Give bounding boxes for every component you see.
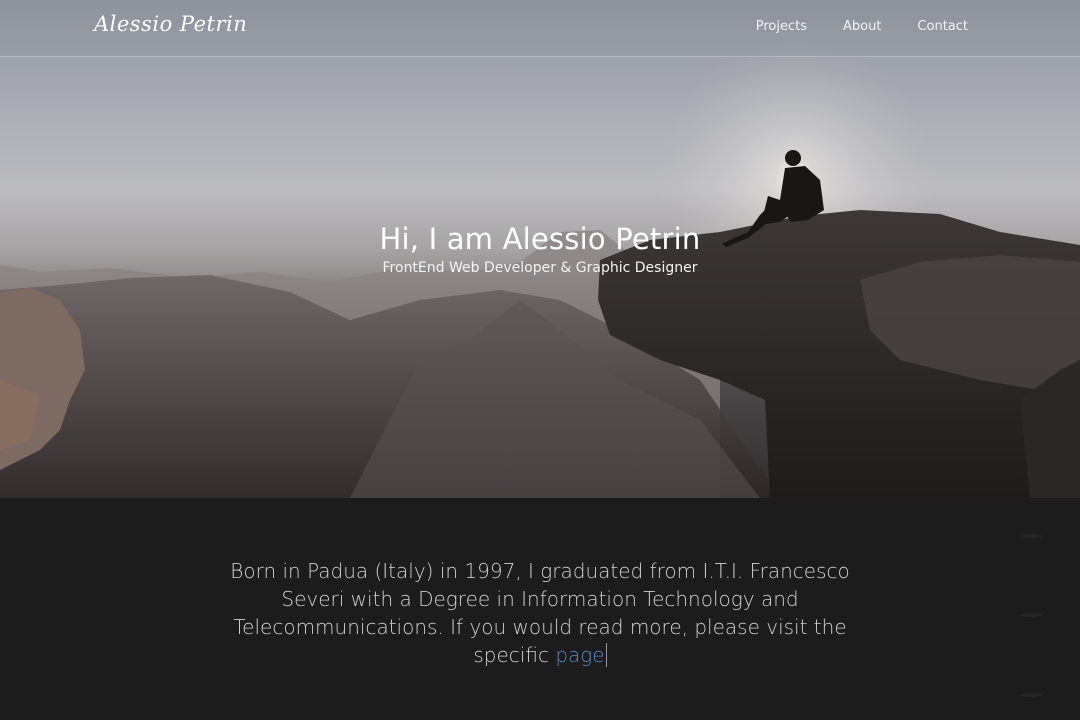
- hero-text: Hi, I am Alessio Petrin FrontEnd Web Dev…: [0, 220, 1080, 278]
- scroll-indicator-dot: [1020, 613, 1042, 617]
- brand-logo[interactable]: Alessio Petrin: [94, 12, 247, 36]
- nav-link-projects[interactable]: Projects: [756, 19, 807, 34]
- about-section: Born in Padua (Italy) in 1997, I graduat…: [0, 498, 1080, 720]
- nav-link-contact[interactable]: Contact: [917, 19, 968, 34]
- scroll-indicator-dot: [1020, 534, 1042, 538]
- about-paragraph: Born in Padua (Italy) in 1997, I graduat…: [215, 557, 865, 669]
- nav-links: Projects About Contact: [756, 19, 968, 34]
- hero-section: Alessio Petrin Projects About Contact Hi…: [0, 0, 1080, 498]
- navbar: Alessio Petrin Projects About Contact: [0, 0, 1080, 57]
- hero-subtitle: FrontEnd Web Developer & Graphic Designe…: [382, 260, 698, 276]
- hero-title: Hi, I am Alessio Petrin: [379, 222, 701, 256]
- scroll-indicator-dot: [1020, 693, 1042, 697]
- about-text: Born in Padua (Italy) in 1997, I graduat…: [230, 559, 850, 667]
- nav-link-about[interactable]: About: [843, 19, 881, 34]
- about-page-link[interactable]: page: [555, 643, 607, 667]
